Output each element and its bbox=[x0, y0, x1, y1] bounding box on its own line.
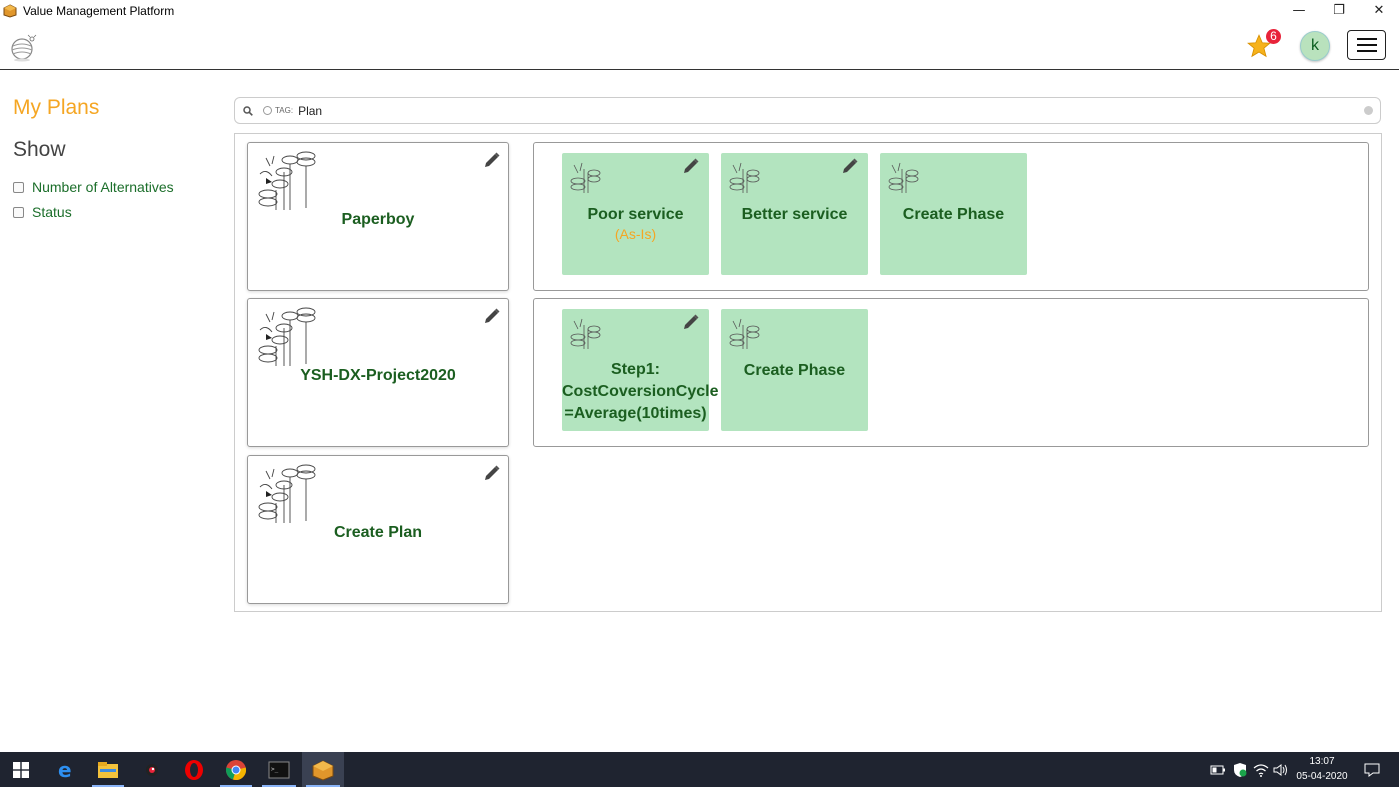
phase-illustration-icon bbox=[888, 162, 919, 193]
phase-card[interactable]: Better service bbox=[721, 153, 868, 275]
beehive-illustration-icon bbox=[258, 151, 316, 210]
option-status[interactable]: Status bbox=[13, 204, 72, 220]
favorites-button[interactable]: 6 bbox=[1246, 29, 1281, 61]
clear-search-icon[interactable] bbox=[1364, 106, 1373, 115]
beehive-illustration-icon bbox=[258, 307, 316, 366]
media-app-icon[interactable] bbox=[132, 752, 172, 787]
plan-name[interactable]: Create Plan bbox=[248, 524, 508, 542]
tag-value: Plan bbox=[298, 103, 323, 118]
checkbox[interactable] bbox=[13, 206, 24, 218]
pencil-edit-icon[interactable] bbox=[841, 157, 859, 175]
app-icon bbox=[3, 4, 17, 18]
option-label: Number of Alternatives bbox=[32, 179, 174, 195]
phase-name: Create Phase bbox=[743, 362, 846, 379]
restore-button[interactable]: ❐ bbox=[1319, 0, 1359, 20]
favorites-count-badge: 6 bbox=[1266, 29, 1281, 44]
page-title: My Plans bbox=[13, 96, 100, 119]
pencil-edit-icon[interactable] bbox=[483, 464, 501, 482]
notifications-icon[interactable] bbox=[1358, 752, 1386, 787]
menu-line bbox=[1356, 38, 1377, 40]
phase-name: Better service bbox=[741, 206, 848, 223]
edge-browser-icon[interactable]: e bbox=[44, 752, 88, 787]
window-titlebar: Value Management Platform — ❐ ✕ bbox=[0, 0, 1399, 22]
window-title: Value Management Platform bbox=[23, 4, 175, 18]
phase-name: Create Phase bbox=[902, 206, 1005, 223]
phase-name: Poor service bbox=[587, 206, 684, 223]
phase-illustration-icon bbox=[570, 318, 601, 349]
remove-tag-icon[interactable] bbox=[263, 106, 272, 115]
show-heading: Show bbox=[13, 138, 66, 161]
search-icon bbox=[243, 105, 253, 116]
security-shield-icon[interactable] bbox=[1230, 752, 1250, 787]
create-phase-card[interactable]: Create Phase bbox=[880, 153, 1027, 275]
minimize-button[interactable]: — bbox=[1279, 0, 1319, 20]
os-taskbar: e >_ 13:07 05-04-2020 bbox=[0, 752, 1399, 787]
battery-icon[interactable] bbox=[1208, 752, 1228, 787]
file-explorer-icon[interactable] bbox=[88, 752, 128, 787]
phase-card[interactable]: Step1: CostCoversionCycle =Average(10tim… bbox=[562, 309, 719, 431]
clock-date[interactable]: 05-04-2020 bbox=[1292, 771, 1352, 782]
chrome-browser-icon[interactable] bbox=[216, 752, 256, 787]
close-button[interactable]: ✕ bbox=[1359, 0, 1399, 20]
tag-search-bar[interactable]: TAG: Plan bbox=[234, 97, 1381, 124]
value-management-app-icon[interactable] bbox=[302, 752, 344, 787]
plans-container: Paperboy Poor service (As-Is) Better ser… bbox=[234, 133, 1382, 612]
phase-card[interactable]: Poor service (As-Is) bbox=[562, 153, 709, 275]
phase-illustration-icon bbox=[570, 162, 601, 193]
beehive-logo-icon[interactable] bbox=[8, 32, 38, 62]
svg-text:e: e bbox=[58, 759, 72, 781]
beehive-illustration-icon bbox=[258, 464, 316, 523]
svg-text:>_: >_ bbox=[271, 766, 279, 773]
volume-icon[interactable] bbox=[1271, 752, 1291, 787]
app-header: 6 k bbox=[0, 22, 1399, 70]
plan-card[interactable]: Paperboy bbox=[247, 142, 509, 291]
phase-name: Step1: CostCoversionCycle =Average(10tim… bbox=[562, 361, 719, 422]
option-number-of-alternatives[interactable]: Number of Alternatives bbox=[13, 179, 174, 195]
phase-row: Poor service (As-Is) Better service Crea… bbox=[533, 142, 1369, 291]
checkbox[interactable] bbox=[13, 181, 24, 193]
wifi-icon[interactable] bbox=[1251, 752, 1271, 787]
pencil-edit-icon[interactable] bbox=[682, 157, 700, 175]
phase-illustration-icon bbox=[729, 318, 760, 349]
create-plan-card[interactable]: Create Plan bbox=[247, 455, 509, 604]
opera-browser-icon[interactable] bbox=[174, 752, 214, 787]
terminal-icon[interactable]: >_ bbox=[258, 752, 300, 787]
phase-status: (As-Is) bbox=[614, 226, 657, 242]
tag-label: TAG: bbox=[275, 106, 294, 115]
menu-line bbox=[1356, 50, 1377, 52]
plan-card[interactable]: YSH-DX-Project2020 bbox=[247, 298, 509, 447]
phase-row: Step1: CostCoversionCycle =Average(10tim… bbox=[533, 298, 1369, 447]
hamburger-menu-button[interactable] bbox=[1347, 30, 1386, 60]
menu-line bbox=[1356, 44, 1377, 46]
plan-name[interactable]: YSH-DX-Project2020 bbox=[248, 367, 508, 385]
create-phase-card[interactable]: Create Phase bbox=[721, 309, 868, 431]
pencil-edit-icon[interactable] bbox=[483, 151, 501, 169]
pencil-edit-icon[interactable] bbox=[682, 313, 700, 331]
windows-start-icon[interactable] bbox=[0, 752, 42, 787]
phase-illustration-icon bbox=[729, 162, 760, 193]
user-avatar[interactable]: k bbox=[1300, 31, 1330, 61]
clock-time[interactable]: 13:07 bbox=[1294, 756, 1350, 767]
plan-name[interactable]: Paperboy bbox=[248, 211, 508, 229]
pencil-edit-icon[interactable] bbox=[483, 307, 501, 325]
window-controls: — ❐ ✕ bbox=[1279, 0, 1399, 20]
option-label: Status bbox=[32, 204, 72, 220]
